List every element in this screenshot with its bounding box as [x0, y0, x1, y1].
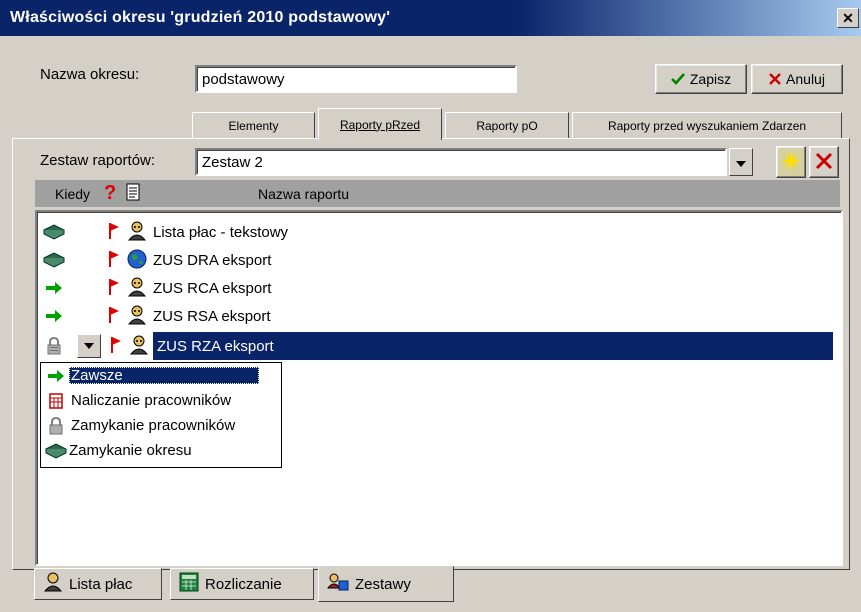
tab-raporty-po-label: Raporty pO	[476, 118, 538, 133]
person-icon	[127, 221, 147, 244]
report-set-label: Zestaw raportów:	[40, 152, 156, 169]
bottom-tab-label: Lista płac	[69, 575, 133, 593]
tab-raporty-zdarzen[interactable]: Raporty przed wyszukaniem Zdarzen	[572, 112, 842, 138]
close-button[interactable]: ✕	[837, 8, 859, 28]
report-set-dropdown-button[interactable]	[729, 148, 753, 176]
list-header-left: Kiedy ?	[35, 180, 250, 207]
person-icon	[129, 335, 149, 358]
person-icon	[127, 277, 147, 300]
period-name-label: Nazwa okresu:	[40, 66, 140, 83]
flag-icon	[107, 250, 121, 271]
tab-elementy-label: Elementy	[228, 118, 279, 133]
person-icon	[43, 572, 63, 596]
arrow-icon	[43, 309, 65, 323]
list-header-right: Nazwa raportu	[250, 180, 840, 207]
book-icon	[43, 252, 65, 268]
report-name: ZUS RZA eksport	[153, 332, 833, 360]
arrow-icon	[43, 281, 65, 295]
book-icon	[45, 442, 67, 459]
tab-elementy[interactable]: Elementy	[192, 112, 315, 138]
when-option-zawsze[interactable]: Zawsze	[41, 363, 281, 388]
list-item[interactable]: Lista płac - tekstowy	[43, 218, 833, 246]
window-title: Właściwości okresu 'grudzień 2010 podsta…	[10, 9, 391, 26]
flag-icon	[107, 278, 121, 299]
flag-icon	[107, 222, 121, 243]
report-name: ZUS RSA eksport	[153, 307, 271, 325]
lock-icon	[43, 337, 65, 355]
cross-icon	[769, 73, 781, 85]
period-name-input[interactable]: podstawowy	[195, 65, 517, 93]
report-name: ZUS RCA eksport	[153, 279, 272, 297]
chevron-down-icon	[736, 154, 746, 170]
arrow-icon	[45, 369, 67, 383]
chevron-down-icon	[84, 343, 94, 349]
cancel-label: Anuluj	[786, 71, 825, 87]
tab-raporty-przed[interactable]: Raporty pRzed	[318, 108, 442, 140]
report-set-combo[interactable]: Zestaw 2	[195, 148, 727, 176]
tab-raporty-zdarzen-label: Raporty przed wyszukaniem Zdarzen	[607, 118, 807, 133]
lock-icon	[45, 416, 67, 435]
list-item[interactable]: ZUS RSA eksport	[43, 302, 833, 330]
report-name: ZUS DRA eksport	[153, 251, 272, 269]
flag-icon	[107, 306, 121, 327]
when-option-naliczanie[interactable]: Naliczanie pracowników	[41, 388, 281, 413]
bottom-tab-label: Zestawy	[355, 575, 411, 593]
sets-icon	[326, 572, 349, 596]
bottom-tab-zestawy[interactable]: Zestawy	[318, 566, 454, 602]
option-label: Zamykanie pracowników	[71, 417, 236, 434]
flag-icon	[109, 336, 123, 357]
option-label: Zawsze	[69, 367, 259, 384]
when-option-zamykanie-okresu[interactable]: Zamykanie okresu	[41, 438, 281, 463]
check-icon	[670, 73, 685, 85]
save-label: Zapisz	[689, 71, 732, 87]
when-dropdown-list: Zawsze Naliczanie pracowników Zamykanie …	[40, 362, 282, 468]
save-button[interactable]: Zapisz	[655, 64, 747, 94]
when-option-zamykanie-pracownikow[interactable]: Zamykanie pracowników	[41, 413, 281, 438]
tab-raporty-po[interactable]: Raporty pO	[445, 112, 569, 138]
cancel-button[interactable]: Anuluj	[751, 64, 843, 94]
period-name-value: podstawowy	[202, 70, 285, 88]
header-report-name[interactable]: Nazwa raportu	[258, 186, 349, 202]
list-item[interactable]: ZUS DRA eksport	[43, 246, 833, 274]
bottom-tab-label: Rozliczanie	[205, 575, 282, 593]
header-when[interactable]: Kiedy	[55, 186, 90, 202]
bottom-tab-rozliczanie[interactable]: Rozliczanie	[170, 568, 314, 600]
option-label: Zamykanie okresu	[69, 442, 192, 459]
globe-icon	[127, 249, 147, 272]
tab-raporty-przed-label: Raporty pRzed	[339, 117, 421, 132]
calculator-icon	[45, 392, 67, 409]
dialog-window: Właściwości okresu 'grudzień 2010 podsta…	[0, 0, 861, 612]
report-set-value: Zestaw 2	[202, 153, 263, 171]
delete-icon	[815, 152, 833, 173]
star-icon	[782, 152, 800, 173]
list-item[interactable]: ZUS RCA eksport	[43, 274, 833, 302]
person-icon	[127, 305, 147, 328]
option-label: Naliczanie pracowników	[71, 392, 232, 409]
document-icon[interactable]	[126, 183, 140, 204]
new-set-button[interactable]	[776, 146, 806, 178]
close-icon: ✕	[842, 9, 854, 26]
calculator-icon	[179, 572, 199, 596]
list-item-selected[interactable]: ZUS RZA eksport	[43, 332, 833, 360]
question-icon[interactable]: ?	[104, 182, 116, 205]
book-icon	[43, 224, 65, 240]
delete-set-button[interactable]	[809, 146, 839, 178]
bottom-tab-lista-plac[interactable]: Lista płac	[34, 568, 162, 600]
when-dropdown-button[interactable]	[77, 334, 101, 358]
title-bar[interactable]: Właściwości okresu 'grudzień 2010 podsta…	[0, 0, 861, 36]
report-name: Lista płac - tekstowy	[153, 223, 289, 241]
